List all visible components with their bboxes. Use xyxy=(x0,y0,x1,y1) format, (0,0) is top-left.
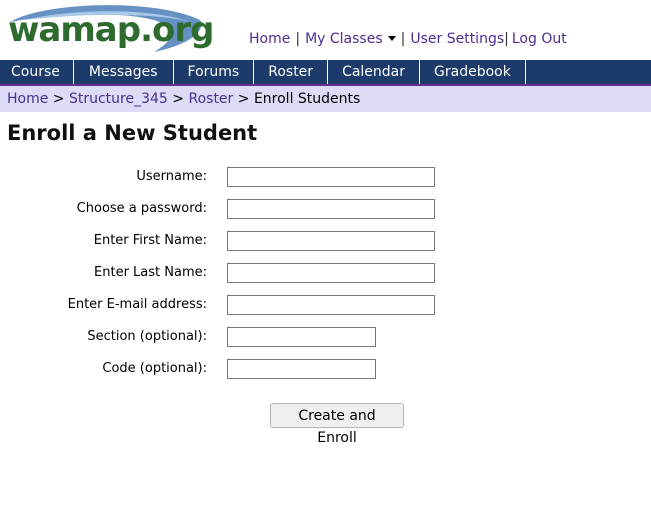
log-out-link[interactable]: Log Out xyxy=(512,31,567,47)
top-links: Home | My Classes | User Settings| Log Out xyxy=(249,31,567,47)
username-input[interactable] xyxy=(227,167,435,187)
nav-item-messages[interactable]: Messages xyxy=(74,60,174,84)
nav-item-forums[interactable]: Forums xyxy=(174,60,255,84)
nav-item-calendar[interactable]: Calendar xyxy=(328,60,421,84)
wamap-logo[interactable]: wamap.org xyxy=(4,4,214,56)
section-input[interactable] xyxy=(227,327,376,347)
create-and-enroll-button[interactable]: Create and Enroll xyxy=(270,403,404,446)
user-settings-link[interactable]: User Settings xyxy=(410,31,504,47)
nav-item-gradebook[interactable]: Gradebook xyxy=(420,60,526,84)
breadcrumb: Home > Structure_345 > Roster > Enroll S… xyxy=(0,86,651,112)
email-label: Enter E-mail address: xyxy=(67,297,207,312)
nav-item-course[interactable]: Course xyxy=(0,60,74,84)
username-label: Username: xyxy=(136,169,207,184)
breadcrumb-home[interactable]: Home xyxy=(7,91,48,107)
password-row: Choose a password: xyxy=(0,199,651,221)
email-input[interactable] xyxy=(227,295,435,315)
last-name-row: Enter Last Name: xyxy=(0,263,651,285)
first-name-row: Enter First Name: xyxy=(0,231,651,253)
section-row: Section (optional): xyxy=(0,327,651,349)
email-row: Enter E-mail address: xyxy=(0,295,651,317)
first-name-input[interactable] xyxy=(227,231,435,251)
page-title: Enroll a New Student xyxy=(7,121,258,145)
nav-item-roster[interactable]: Roster xyxy=(254,60,329,84)
my-classes-link[interactable]: My Classes xyxy=(305,31,396,47)
password-label: Choose a password: xyxy=(76,201,207,216)
username-row: Username: xyxy=(0,167,651,189)
code-label: Code (optional): xyxy=(102,361,207,376)
code-row: Code (optional): xyxy=(0,359,651,381)
caret-down-icon xyxy=(387,36,396,41)
code-input[interactable] xyxy=(227,359,376,379)
last-name-input[interactable] xyxy=(227,263,435,283)
section-label: Section (optional): xyxy=(87,329,207,344)
header: wamap.org Home | My Classes | User Settings|… xyxy=(0,0,651,60)
password-input[interactable] xyxy=(227,199,435,219)
main-nav: Course Messages Forums Roster Calendar G… xyxy=(0,60,651,86)
last-name-label: Enter Last Name: xyxy=(94,265,207,280)
breadcrumb-course[interactable]: Structure_345 xyxy=(69,91,168,107)
first-name-label: Enter First Name: xyxy=(93,233,207,248)
logo-text: wamap.org xyxy=(8,10,214,50)
breadcrumb-current: Enroll Students xyxy=(253,91,361,107)
breadcrumb-roster[interactable]: Roster xyxy=(188,91,233,107)
home-link[interactable]: Home xyxy=(249,31,290,47)
